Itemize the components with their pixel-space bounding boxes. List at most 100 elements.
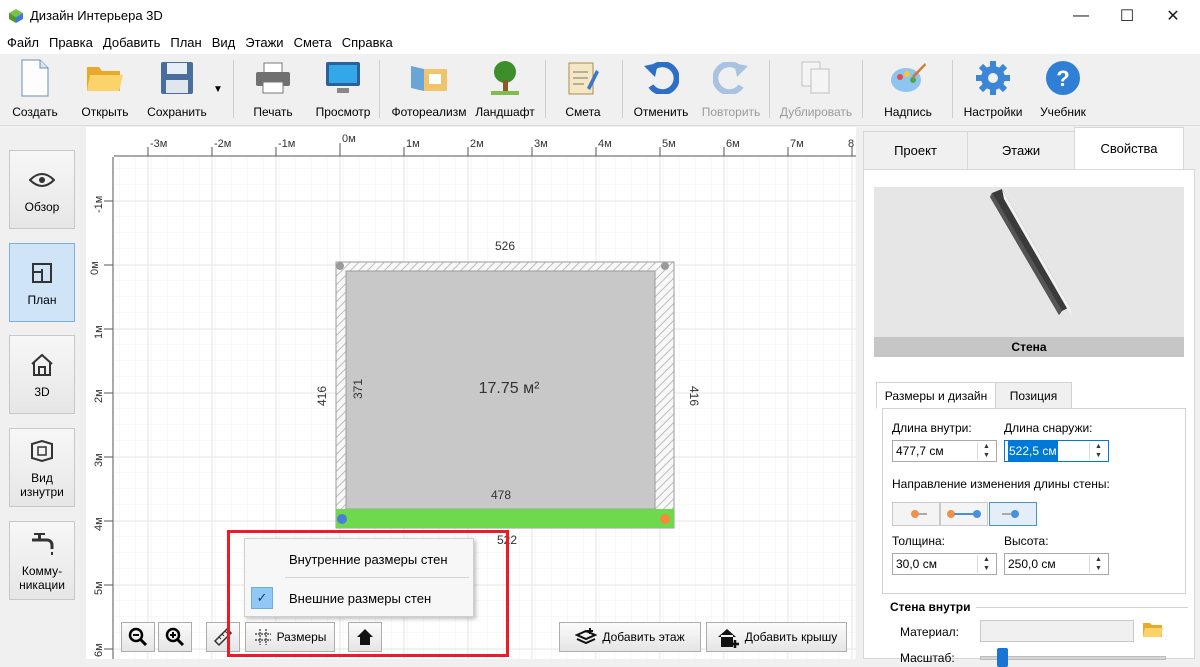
menu-help[interactable]: Справка xyxy=(337,32,398,54)
tab-project[interactable]: Проект xyxy=(863,131,968,170)
sidebar-utilities-button[interactable]: Комму-никации xyxy=(9,521,75,600)
ruler-h-label: 0м xyxy=(342,133,356,145)
direction-both-button[interactable] xyxy=(940,502,988,526)
sidebar-inside-view-button[interactable]: Вид изнутри xyxy=(9,428,75,507)
open-button[interactable]: Открыть xyxy=(76,58,134,122)
add-roof-button[interactable]: Добавить крышу xyxy=(706,622,847,652)
ruler-h-label: 6м xyxy=(726,138,740,150)
menu-add[interactable]: Добавить xyxy=(98,32,165,54)
ruler-v-label: 6м xyxy=(93,643,105,657)
menu-plan[interactable]: План xyxy=(165,32,206,54)
thickness-label: Толщина: xyxy=(892,534,946,548)
caption-label: Надпись xyxy=(884,105,932,119)
height-spinbox[interactable]: 250,0 см ▲ ▼ xyxy=(1004,553,1109,575)
spinner-arrows-icon[interactable]: ▲ ▼ xyxy=(1089,442,1107,460)
direction-end-button[interactable] xyxy=(989,502,1037,526)
home-view-button[interactable] xyxy=(348,622,382,652)
undo-label: Отменить xyxy=(633,105,689,119)
estimate-button[interactable]: Смета xyxy=(558,58,608,122)
tab-properties[interactable]: Свойства xyxy=(1074,127,1184,170)
maximize-button[interactable]: ☐ xyxy=(1104,0,1150,32)
undo-arrow-icon xyxy=(641,58,681,98)
question-mark-icon: ? xyxy=(1043,58,1083,98)
sidebar-3d-button[interactable]: 3D xyxy=(9,335,75,414)
direction-start-button[interactable] xyxy=(892,502,940,526)
add-floor-button[interactable]: Добавить этаж xyxy=(559,622,701,652)
save-dropdown-chevron-icon[interactable]: ▼ xyxy=(213,84,223,95)
popup-outer-dimensions-item[interactable]: ✓ Внешние размеры стен xyxy=(246,580,472,616)
scale-slider-thumb[interactable] xyxy=(997,648,1009,667)
length-inside-spinbox[interactable]: 477,7 см ▲ ▼ xyxy=(892,440,997,462)
popup-separator xyxy=(285,577,469,578)
photorealism-button[interactable]: Фотореализм xyxy=(390,58,468,122)
zoom-in-button[interactable] xyxy=(158,622,192,652)
sidebar-plan-button[interactable]: План xyxy=(9,243,75,322)
palette-brush-icon xyxy=(888,58,928,98)
duplicate-button[interactable]: Дублировать xyxy=(778,58,854,122)
tab-position[interactable]: Позиция xyxy=(995,382,1072,409)
close-button[interactable]: ✕ xyxy=(1150,0,1196,32)
dimensions-button[interactable]: Размеры xyxy=(245,622,335,652)
title-bar: Дизайн Интерьера 3D — ☐ ✕ xyxy=(0,0,1200,32)
create-button[interactable]: Создать xyxy=(8,58,62,122)
settings-button[interactable]: Настройки xyxy=(962,58,1024,122)
floppy-disk-icon xyxy=(157,58,197,98)
preview-button[interactable]: Просмотр xyxy=(314,58,372,122)
print-button[interactable]: Печать xyxy=(248,58,298,122)
scale-label: Масштаб: xyxy=(900,651,955,665)
sidebar-overview-button[interactable]: Обзор xyxy=(9,150,75,229)
wall-corner-handle[interactable] xyxy=(336,262,344,270)
menu-file[interactable]: Файл xyxy=(2,32,44,54)
ruler-h-label: -3м xyxy=(150,138,167,150)
toolbar-separator xyxy=(233,60,234,118)
landscape-button[interactable]: Ландшафт xyxy=(474,58,536,122)
spinner-arrows-icon[interactable]: ▲ ▼ xyxy=(1089,555,1107,573)
minimize-button[interactable]: — xyxy=(1058,0,1104,32)
dimension-left-outer: 416 xyxy=(315,386,329,406)
redo-label: Повторить xyxy=(701,105,761,119)
menu-edit[interactable]: Правка xyxy=(44,32,98,54)
ruler-tool-button[interactable] xyxy=(206,622,240,652)
save-button[interactable]: Сохранить xyxy=(144,58,210,122)
thickness-spinbox[interactable]: 30,0 см ▲ ▼ xyxy=(892,553,997,575)
spinner-arrows-icon[interactable]: ▲ ▼ xyxy=(977,555,995,573)
length-outside-spinbox[interactable]: 522,5 см ▲ ▼ xyxy=(1004,440,1109,462)
caption-button[interactable]: Надпись xyxy=(880,58,936,122)
tab-size-design[interactable]: Размеры и дизайн xyxy=(876,382,996,409)
wall-start-handle[interactable] xyxy=(337,514,347,524)
open-label: Открыть xyxy=(81,105,129,119)
monitor-icon xyxy=(323,58,363,98)
photorealism-label: Фотореализм xyxy=(391,105,467,119)
spinner-arrows-icon[interactable]: ▲ ▼ xyxy=(977,442,995,460)
save-label: Сохранить xyxy=(147,105,207,119)
undo-button[interactable]: Отменить xyxy=(630,58,692,122)
wall-end-handle[interactable] xyxy=(660,514,670,524)
checkmark-icon: ✓ xyxy=(251,587,273,609)
dimensions-icon xyxy=(254,629,271,645)
length-inside-value: 477,7 см xyxy=(896,444,944,458)
menu-floors[interactable]: Этажи xyxy=(240,32,288,54)
wall-corner-handle[interactable] xyxy=(661,262,669,270)
redo-button[interactable]: Повторить xyxy=(700,58,762,122)
toolbar-separator xyxy=(622,60,623,118)
room-interior-icon xyxy=(28,437,56,465)
selected-wall[interactable] xyxy=(336,509,674,528)
zoom-out-button[interactable] xyxy=(121,622,155,652)
zoom-out-icon xyxy=(128,627,148,647)
menu-estimate[interactable]: Смета xyxy=(289,32,337,54)
material-field[interactable] xyxy=(980,620,1134,642)
view-sidebar: Обзор План 3D Вид изнутри Комму-никации xyxy=(0,127,84,659)
object-preview xyxy=(874,187,1184,337)
properties-panel: Проект Этажи Свойства Стена Размеры и ди… xyxy=(860,127,1200,667)
tutorial-button[interactable]: ? Учебник xyxy=(1036,58,1090,122)
svg-text:?: ? xyxy=(1056,66,1069,91)
ruler-h-label: 8 xyxy=(848,138,854,150)
properties-content: Стена Размеры и дизайн Позиция Длина вну… xyxy=(863,169,1195,667)
folder-icon[interactable] xyxy=(1142,621,1164,642)
toolbar-separator xyxy=(769,60,770,118)
tab-floors[interactable]: Этажи xyxy=(967,131,1075,170)
popup-inner-dimensions-item[interactable]: Внутренние размеры стен xyxy=(246,541,472,577)
menu-view[interactable]: Вид xyxy=(207,32,241,54)
toolbar: Создать Открыть Сохранить ▼ Печать Просм… xyxy=(0,54,1200,126)
dimensions-label: Размеры xyxy=(276,630,327,644)
